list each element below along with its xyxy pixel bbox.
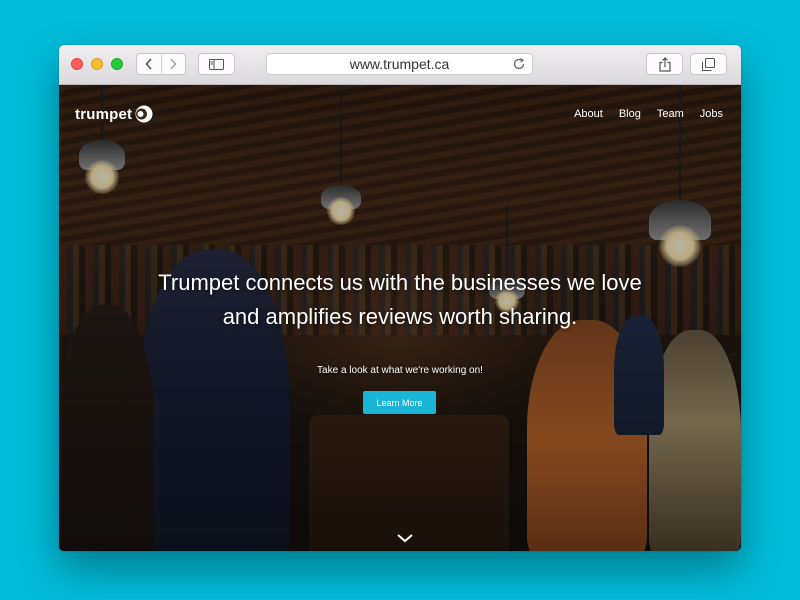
logo-moon-icon bbox=[135, 105, 153, 123]
learn-more-button[interactable]: Learn More bbox=[363, 391, 436, 414]
address-bar[interactable]: www.trumpet.ca bbox=[266, 53, 533, 75]
forward-button[interactable] bbox=[160, 54, 186, 74]
website-hero: trumpet About Blog Team Jobs Trumpet con… bbox=[59, 85, 741, 551]
nav-link-jobs[interactable]: Jobs bbox=[700, 108, 723, 120]
forward-chevron-icon bbox=[170, 58, 177, 70]
nav-link-team[interactable]: Team bbox=[657, 108, 684, 120]
hero-headline: Trumpet connects us with the businesses … bbox=[100, 266, 700, 334]
minimize-window-button[interactable] bbox=[91, 58, 103, 70]
nav-link-about[interactable]: About bbox=[574, 108, 603, 120]
history-nav-group bbox=[136, 53, 186, 75]
tabs-icon bbox=[702, 57, 715, 71]
site-nav: About Blog Team Jobs bbox=[574, 108, 723, 120]
browser-window: www.trumpet.ca trumpet About Blog Team J… bbox=[59, 45, 741, 551]
hero-headline-line2: and amplifies reviews worth sharing. bbox=[222, 304, 578, 329]
browser-toolbar: www.trumpet.ca bbox=[59, 45, 741, 85]
logo-text: trumpet bbox=[75, 105, 133, 123]
nav-link-blog[interactable]: Blog bbox=[619, 108, 641, 120]
url-text: www.trumpet.ca bbox=[349, 56, 450, 72]
close-window-button[interactable] bbox=[71, 58, 83, 70]
zoom-window-button[interactable] bbox=[111, 58, 123, 70]
reload-icon[interactable] bbox=[512, 57, 526, 71]
back-chevron-icon bbox=[145, 58, 152, 70]
chevron-down-icon[interactable] bbox=[396, 532, 414, 544]
share-button[interactable] bbox=[646, 53, 683, 75]
sidebar-button[interactable] bbox=[198, 53, 235, 75]
back-button[interactable] bbox=[137, 54, 161, 74]
hero-subline: Take a look at what we're working on! bbox=[317, 365, 483, 376]
hero-headline-line1: Trumpet connects us with the businesses … bbox=[158, 270, 642, 295]
sidebar-icon bbox=[209, 58, 224, 70]
site-logo[interactable]: trumpet bbox=[75, 105, 153, 123]
share-icon bbox=[658, 56, 671, 72]
tabs-button[interactable] bbox=[690, 53, 727, 75]
